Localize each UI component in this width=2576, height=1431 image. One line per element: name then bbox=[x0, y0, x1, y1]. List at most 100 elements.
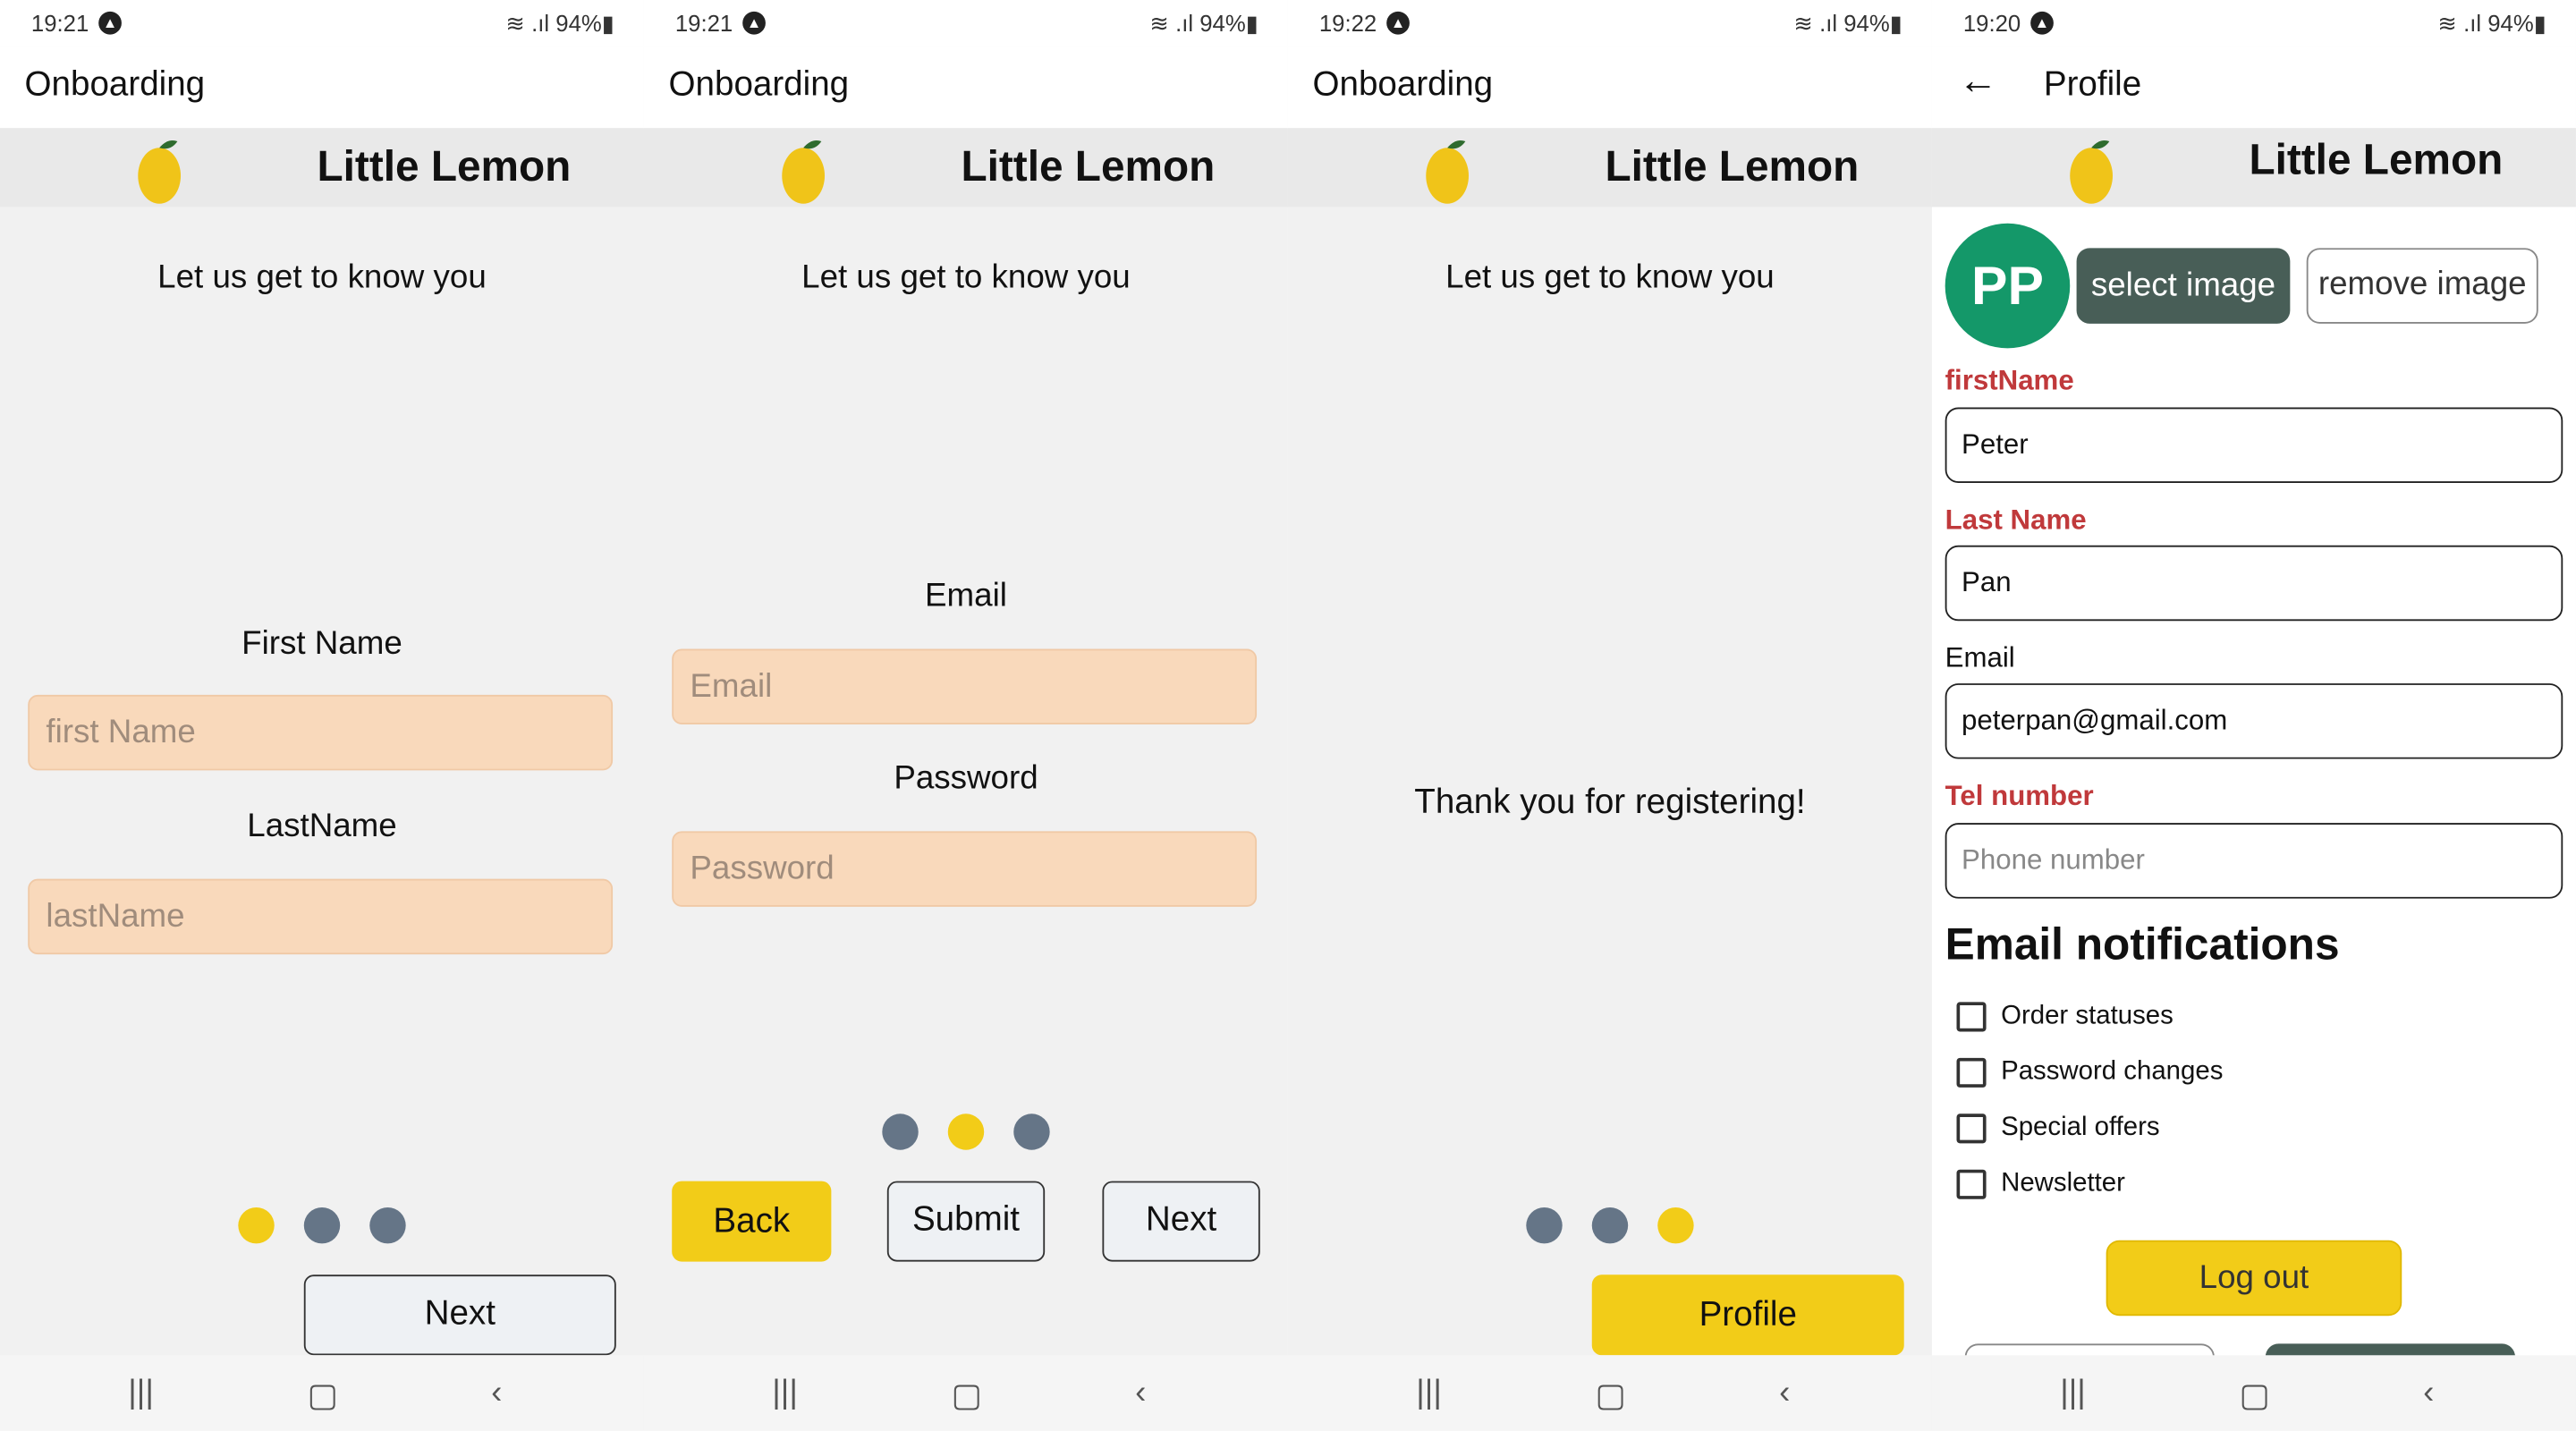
onboarding-subtitle: Let us get to know you bbox=[157, 259, 487, 296]
step-dot-2 bbox=[1591, 1207, 1629, 1244]
status-right: ≋ .ıl 94%▮ bbox=[505, 10, 614, 38]
arrow-back-icon[interactable]: ← bbox=[1958, 59, 1997, 105]
status-time: 19:21 bbox=[674, 10, 733, 37]
system-nav-bar: ||| ▢ ‹ bbox=[1931, 1355, 2576, 1431]
recent-apps-icon[interactable]: ||| bbox=[772, 1375, 798, 1412]
app-bar-title: Onboarding bbox=[1312, 65, 1494, 104]
first-name-input[interactable] bbox=[28, 694, 614, 771]
lemon-logo-icon bbox=[1426, 140, 1470, 204]
status-time: 19:20 bbox=[1962, 10, 2021, 37]
brand-name: Little Lemon bbox=[2249, 134, 2504, 184]
select-image-button[interactable]: select image bbox=[2076, 248, 2291, 324]
step-dot-2 bbox=[303, 1207, 341, 1244]
lemon-logo-icon bbox=[2070, 140, 2113, 204]
battery-level: 94% bbox=[1843, 10, 1890, 37]
back-nav-icon[interactable]: ‹ bbox=[2423, 1375, 2434, 1412]
thank-you-message: Thank you for registering! bbox=[1414, 783, 1806, 822]
order-statuses-checkbox[interactable] bbox=[1956, 1002, 1987, 1032]
phone-field[interactable] bbox=[1945, 823, 2563, 899]
step-dot-3 bbox=[369, 1207, 406, 1244]
back-nav-icon[interactable]: ‹ bbox=[1779, 1375, 1790, 1412]
back-nav-icon[interactable]: ‹ bbox=[1135, 1375, 1146, 1412]
last-name-label: LastName bbox=[247, 808, 397, 845]
step-dot-1 bbox=[882, 1113, 919, 1150]
submit-button[interactable]: Submit bbox=[886, 1181, 1046, 1262]
system-nav-bar: ||| ▢ ‹ bbox=[0, 1355, 644, 1431]
email-label: Email bbox=[925, 578, 1007, 614]
battery-level: 94% bbox=[2487, 10, 2534, 37]
app-bar: Onboarding bbox=[1287, 46, 1932, 129]
system-nav-bar: ||| ▢ ‹ bbox=[1287, 1355, 1932, 1431]
battery-level: 94% bbox=[1199, 10, 1246, 37]
password-changes-label: Password changes bbox=[2001, 1057, 2224, 1087]
next-button[interactable]: Next bbox=[303, 1274, 616, 1356]
last-name-field[interactable] bbox=[1945, 545, 2563, 622]
onboarding-screen-step1: 19:21 ▲ ≋ .ıl 94%▮ Onboarding Little Lem… bbox=[0, 0, 644, 1431]
logout-button[interactable]: Log out bbox=[2106, 1240, 2402, 1317]
status-bar: 19:21 ▲ ≋ .ıl 94%▮ bbox=[643, 0, 1288, 47]
order-statuses-label: Order statuses bbox=[2001, 1002, 2174, 1030]
recent-apps-icon[interactable]: ||| bbox=[1416, 1375, 1442, 1412]
home-icon[interactable]: ▢ bbox=[1595, 1375, 1626, 1416]
onboarding-screen-step3: 19:22 ▲ ≋ .ıl 94%▮ Onboarding Little Lem… bbox=[1287, 0, 1932, 1431]
onboarding-subtitle: Let us get to know you bbox=[801, 259, 1131, 296]
status-time: 19:21 bbox=[30, 10, 89, 37]
email-input[interactable] bbox=[672, 648, 1258, 724]
home-icon[interactable]: ▢ bbox=[307, 1375, 338, 1416]
status-bar: 19:20 ▲ ≋ .ıl 94%▮ bbox=[1931, 0, 2576, 47]
email-field[interactable] bbox=[1945, 683, 2563, 759]
status-time: 19:22 bbox=[1318, 10, 1377, 37]
wifi-signal-icon: ≋ .ıl bbox=[505, 10, 556, 37]
app-notification-icon: ▲ bbox=[742, 11, 766, 35]
status-right: ≋ .ıl 94%▮ bbox=[1793, 10, 1902, 38]
password-input[interactable] bbox=[672, 831, 1258, 907]
step-dot-3 bbox=[1013, 1113, 1050, 1150]
app-notification-icon: ▲ bbox=[2030, 11, 2054, 35]
brand-name: Little Lemon bbox=[1605, 140, 1860, 191]
app-bar: ← Profile bbox=[1931, 46, 2576, 129]
onboarding-screen-step2: 19:21 ▲ ≋ .ıl 94%▮ Onboarding Little Lem… bbox=[643, 0, 1288, 1431]
recent-apps-icon[interactable]: ||| bbox=[128, 1375, 154, 1412]
password-changes-checkbox[interactable] bbox=[1956, 1057, 1987, 1088]
newsletter-checkbox[interactable] bbox=[1956, 1169, 1987, 1199]
lemon-logo-icon bbox=[782, 140, 826, 204]
tel-label: Tel number bbox=[1945, 780, 2094, 812]
app-notification-icon: ▲ bbox=[98, 11, 122, 35]
first-name-field[interactable] bbox=[1945, 407, 2563, 483]
remove-image-button[interactable]: remove image bbox=[2306, 248, 2538, 324]
step-dot-2-active bbox=[947, 1113, 985, 1150]
lemon-logo-icon bbox=[138, 140, 182, 204]
last-name-input[interactable] bbox=[28, 878, 614, 955]
status-bar: 19:21 ▲ ≋ .ıl 94%▮ bbox=[0, 0, 644, 47]
brand-name: Little Lemon bbox=[317, 140, 572, 191]
app-bar-title: Onboarding bbox=[668, 65, 850, 104]
recent-apps-icon[interactable]: ||| bbox=[2060, 1375, 2086, 1412]
special-offers-checkbox[interactable] bbox=[1956, 1113, 1987, 1144]
back-nav-icon[interactable]: ‹ bbox=[491, 1375, 502, 1412]
app-bar-title: Profile bbox=[2043, 65, 2142, 104]
home-icon[interactable]: ▢ bbox=[951, 1375, 982, 1416]
special-offers-label: Special offers bbox=[2001, 1113, 2160, 1142]
back-button[interactable]: Back bbox=[672, 1181, 832, 1262]
wifi-signal-icon: ≋ .ıl bbox=[2437, 10, 2488, 37]
email-label: Email bbox=[1945, 642, 2015, 674]
system-nav-bar: ||| ▢ ‹ bbox=[643, 1355, 1288, 1431]
step-dot-1 bbox=[1526, 1207, 1563, 1244]
brand-name: Little Lemon bbox=[961, 140, 1216, 191]
next-button[interactable]: Next bbox=[1102, 1181, 1260, 1262]
step-dot-3-active bbox=[1657, 1207, 1694, 1244]
brand-header: Little Lemon bbox=[0, 128, 644, 207]
app-bar-title: Onboarding bbox=[24, 65, 206, 104]
battery-icon: ▮ bbox=[2533, 10, 2546, 37]
wifi-signal-icon: ≋ .ıl bbox=[1793, 10, 1844, 37]
battery-icon: ▮ bbox=[1245, 10, 1258, 37]
brand-header: Little Lemon bbox=[643, 128, 1288, 207]
app-notification-icon: ▲ bbox=[1386, 11, 1410, 35]
profile-button[interactable]: Profile bbox=[1591, 1274, 1904, 1356]
last-name-label: Last Name bbox=[1945, 504, 2087, 536]
profile-screen: 19:20 ▲ ≋ .ıl 94%▮ ← Profile Little Lemo… bbox=[1931, 0, 2576, 1431]
status-right: ≋ .ıl 94%▮ bbox=[1149, 10, 1258, 38]
home-icon[interactable]: ▢ bbox=[2239, 1375, 2270, 1416]
wifi-signal-icon: ≋ .ıl bbox=[1149, 10, 1200, 37]
profile-content: PP select image remove image firstName L… bbox=[1931, 207, 2576, 1393]
